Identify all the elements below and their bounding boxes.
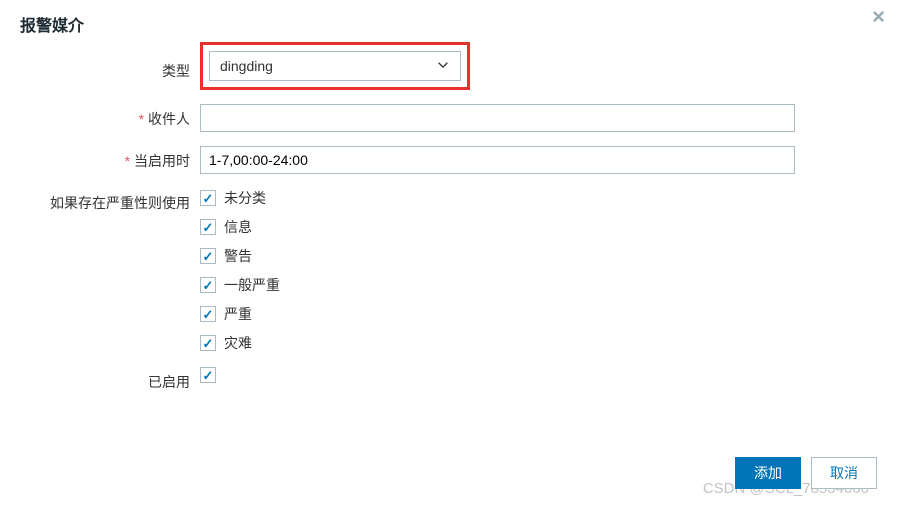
severity-item-unclassified: 未分类 (200, 188, 800, 208)
type-select[interactable]: dingding (209, 51, 461, 81)
severity-item-high: 严重 (200, 304, 800, 324)
label-recipient: 收件人 (20, 104, 200, 129)
enabled-checkbox[interactable] (200, 367, 216, 383)
severity-item-info: 信息 (200, 217, 800, 237)
label-enabled: 已启用 (20, 367, 200, 392)
label-severity: 如果存在严重性则使用 (20, 188, 200, 213)
close-icon[interactable]: × (872, 4, 885, 30)
severity-checkbox-warning[interactable] (200, 248, 216, 264)
severity-label: 信息 (224, 217, 252, 237)
severity-item-disaster: 灾难 (200, 333, 800, 353)
type-select-value: dingding (220, 58, 273, 74)
severity-label: 警告 (224, 246, 252, 266)
chevron-down-icon (436, 58, 450, 75)
severity-checkbox-unclassified[interactable] (200, 190, 216, 206)
add-button[interactable]: 添加 (735, 457, 801, 489)
severity-label: 灾难 (224, 333, 252, 353)
type-select-highlight: dingding (200, 42, 470, 90)
severity-label: 一般严重 (224, 275, 280, 295)
footer-actions: 添加 取消 (735, 457, 877, 489)
severity-label: 严重 (224, 304, 252, 324)
cancel-button[interactable]: 取消 (811, 457, 877, 489)
recipient-input[interactable] (200, 104, 795, 132)
severity-item-warning: 警告 (200, 246, 800, 266)
modal-title: 报警媒介 (20, 12, 877, 36)
label-when-active: 当启用时 (20, 146, 200, 171)
when-active-input[interactable] (200, 146, 795, 174)
severity-label: 未分类 (224, 188, 266, 208)
severity-checkbox-high[interactable] (200, 306, 216, 322)
severity-item-average: 一般严重 (200, 275, 800, 295)
severity-checkbox-list: 未分类 信息 警告 一般严重 严重 灾难 (200, 188, 800, 353)
severity-checkbox-info[interactable] (200, 219, 216, 235)
label-type: 类型 (20, 56, 200, 81)
severity-checkbox-average[interactable] (200, 277, 216, 293)
severity-checkbox-disaster[interactable] (200, 335, 216, 351)
